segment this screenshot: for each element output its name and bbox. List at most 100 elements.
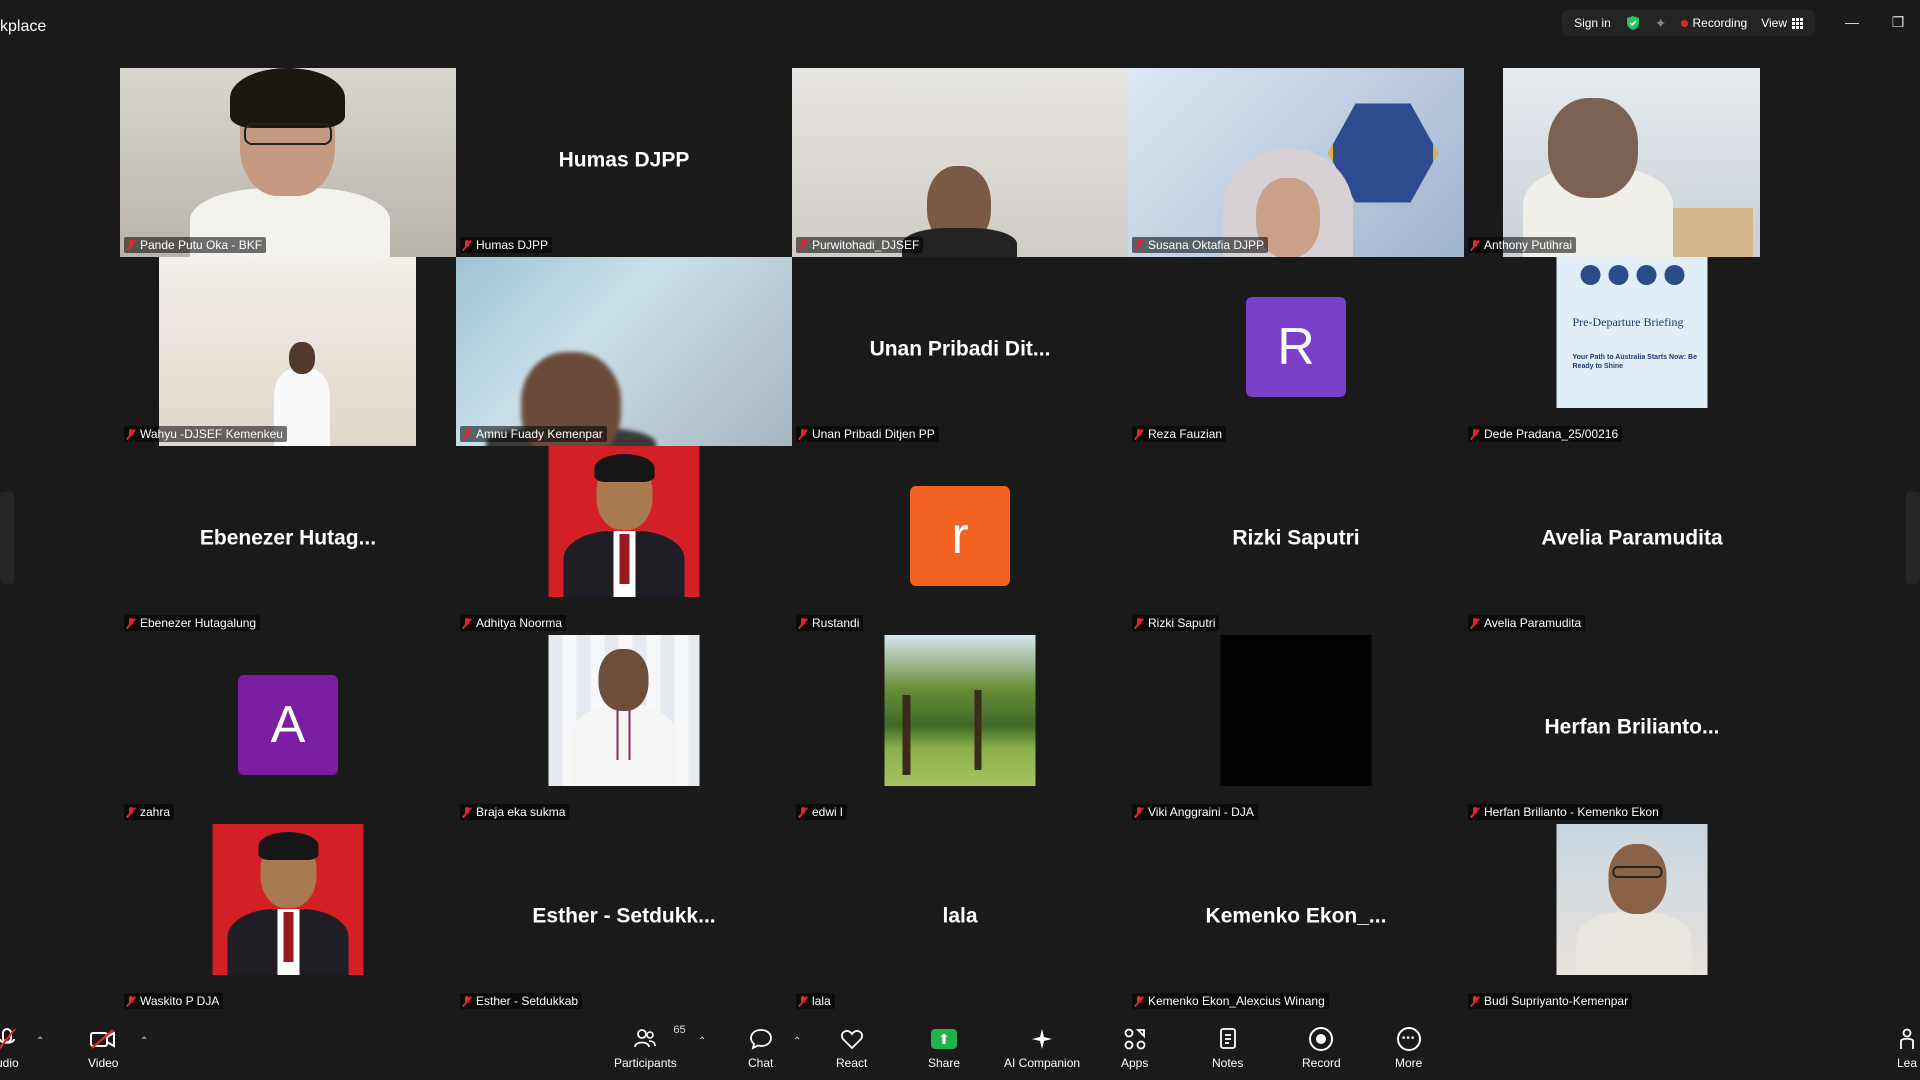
chat-icon — [749, 1026, 773, 1052]
sign-in-button[interactable]: Sign in — [1574, 16, 1611, 30]
participant-name-label: Kemenko Ekon_Alexcius Winang — [1132, 993, 1329, 1009]
participant-tile[interactable]: edwi l — [792, 635, 1128, 824]
participant-video — [1128, 68, 1464, 257]
mic-muted-icon — [798, 617, 808, 629]
participant-name: Waskito P DJA — [140, 994, 220, 1008]
minimize-icon[interactable]: — — [1842, 12, 1862, 32]
leave-button[interactable]: Lea — [1896, 1026, 1918, 1070]
participant-tile[interactable]: Viki Anggraini - DJA — [1128, 635, 1464, 824]
participant-tile[interactable]: Kemenko Ekon_... Kemenko Ekon_Alexcius W… — [1128, 824, 1464, 1013]
participant-name-label: Rustandi — [796, 615, 864, 631]
audio-label: udio — [0, 1056, 19, 1070]
gallery-prev-page-tab[interactable] — [0, 492, 14, 584]
participant-name-label: Susana Oktafia DJPP — [1132, 237, 1269, 253]
participant-tile[interactable]: Anthony Putihrai — [1464, 68, 1800, 257]
mic-muted-icon — [462, 428, 472, 440]
ai-companion-button[interactable]: AI Companion — [1004, 1026, 1080, 1070]
participant-name: Rizki Saputri — [1148, 616, 1216, 630]
gallery-next-page-tab[interactable] — [1906, 492, 1920, 584]
react-button[interactable]: React — [836, 1026, 867, 1070]
participant-tile[interactable]: Rizki Saputri Rizki Saputri — [1128, 446, 1464, 635]
participant-tile[interactable]: A zahra — [120, 635, 456, 824]
participant-tile[interactable]: Esther - Setdukk... Esther - Setdukkab — [456, 824, 792, 1013]
participant-name: Reza Fauzian — [1148, 427, 1223, 441]
view-button[interactable]: View — [1761, 16, 1803, 30]
record-label: Record — [1302, 1056, 1341, 1070]
participant-tile[interactable]: Pande Putu Oka - BKF — [120, 68, 456, 257]
participant-name-label: Braja eka sukma — [460, 804, 570, 820]
participant-tile[interactable]: Budi Supriyanto-Kemenpar — [1464, 824, 1800, 1013]
shield-check-icon[interactable] — [1625, 15, 1641, 31]
share-button[interactable]: ⬆ Share — [928, 1026, 960, 1070]
sign-in-label: Sign in — [1574, 16, 1611, 30]
participant-name: Kemenko Ekon_Alexcius Winang — [1148, 994, 1325, 1008]
participant-name-label: Adhitya Noorma — [460, 615, 567, 631]
recording-indicator[interactable]: Recording — [1680, 16, 1747, 30]
mic-muted-icon — [1470, 428, 1480, 440]
sparkle-icon[interactable]: ✦ — [1655, 15, 1667, 32]
mic-muted-icon — [1134, 239, 1144, 251]
notes-button[interactable]: Notes — [1212, 1026, 1243, 1070]
record-dot-icon — [1680, 19, 1688, 27]
audio-button[interactable]: udio — [0, 1026, 19, 1070]
participant-name-label: Pande Putu Oka - BKF — [124, 237, 267, 253]
participant-tile[interactable]: Pre-Departure Briefing Your Path to Aust… — [1464, 257, 1800, 446]
participant-name: Budi Supriyanto-Kemenpar — [1484, 994, 1629, 1008]
participant-name-label: Waskito P DJA — [124, 993, 224, 1009]
ai-companion-label: AI Companion — [1004, 1056, 1081, 1070]
participant-tile[interactable]: Susana Oktafia DJPP — [1128, 68, 1464, 257]
participant-tile[interactable]: Adhitya Noorma — [456, 446, 792, 635]
top-bar: kplace Sign in ✦ Recording View — ❐ — [0, 0, 1920, 46]
participant-name-label: edwi l — [796, 804, 847, 820]
participants-icon: 65 — [633, 1024, 686, 1052]
participant-tile[interactable]: r Rustandi — [792, 446, 1128, 635]
participant-tile[interactable]: R Reza Fauzian — [1128, 257, 1464, 446]
participant-tile[interactable]: lala lala — [792, 824, 1128, 1013]
video-button[interactable]: Video — [88, 1026, 118, 1070]
participant-name-label: Esther - Setdukkab — [460, 993, 583, 1009]
mic-muted-icon — [1470, 995, 1480, 1007]
participant-profile-picture — [212, 824, 364, 975]
participant-video — [456, 257, 792, 446]
participants-button[interactable]: 65 Participants — [614, 1024, 686, 1070]
mic-muted-icon — [1134, 806, 1144, 818]
participant-tile[interactable]: Humas DJPP Humas DJPP — [456, 68, 792, 257]
meeting-toolbar: udio ⌃ Video ⌃ 65 Participants ⌃ Chat ⌃ … — [0, 1022, 1920, 1080]
audio-options-caret[interactable]: ⌃ — [36, 1036, 44, 1047]
mic-muted-icon — [0, 1026, 18, 1052]
participant-name: Esther - Setdukkab — [476, 994, 579, 1008]
chat-options-caret[interactable]: ⌃ — [793, 1036, 801, 1047]
video-options-caret[interactable]: ⌃ — [140, 1036, 148, 1047]
participant-name-label: Anthony Putihrai — [1468, 237, 1577, 253]
more-label: More — [1395, 1056, 1423, 1070]
participant-video — [1503, 68, 1760, 257]
restore-icon[interactable]: ❐ — [1888, 12, 1908, 32]
participant-name-label: Unan Pribadi Ditjen PP — [796, 426, 939, 442]
participants-options-caret[interactable]: ⌃ — [698, 1036, 706, 1047]
participant-tile[interactable]: Herfan Brilianto... Herfan Brilianto - K… — [1464, 635, 1800, 824]
participant-tile[interactable]: Braja eka sukma — [456, 635, 792, 824]
participant-tile[interactable]: Waskito P DJA — [120, 824, 456, 1013]
participant-name: Susana Oktafia DJPP — [1148, 238, 1265, 252]
heart-icon — [840, 1026, 864, 1052]
meeting-status-bar: Sign in ✦ Recording View — [1562, 10, 1815, 36]
participant-tile[interactable]: Avelia Paramudita Avelia Paramudita — [1464, 446, 1800, 635]
participant-name: Adhitya Noorma — [476, 616, 563, 630]
participant-name-label: lala — [796, 993, 835, 1009]
participant-avatar: A — [238, 674, 338, 775]
participant-tile[interactable]: Purwitohadi_DJSEF — [792, 68, 1128, 257]
participant-avatar: R — [1246, 296, 1346, 397]
apps-button[interactable]: Apps — [1121, 1026, 1148, 1070]
chat-button[interactable]: Chat — [748, 1026, 773, 1070]
participant-name: Amnu Fuady Kemenpar — [476, 427, 603, 441]
participant-display-name: Humas DJPP — [558, 148, 690, 172]
participant-tile[interactable]: Ebenezer Hutag... Ebenezer Hutagalung — [120, 446, 456, 635]
participant-tile[interactable]: Unan Pribadi Dit... Unan Pribadi Ditjen … — [792, 257, 1128, 446]
record-button[interactable]: Record — [1302, 1026, 1341, 1070]
participant-display-name: lala — [942, 904, 978, 928]
apps-label: Apps — [1121, 1056, 1149, 1070]
participant-name-label: Amnu Fuady Kemenpar — [460, 426, 607, 442]
more-button[interactable]: ••• More — [1395, 1026, 1422, 1070]
participant-tile[interactable]: Amnu Fuady Kemenpar — [456, 257, 792, 446]
participant-tile[interactable]: Wahyu -DJSEF Kemenkeu — [120, 257, 456, 446]
